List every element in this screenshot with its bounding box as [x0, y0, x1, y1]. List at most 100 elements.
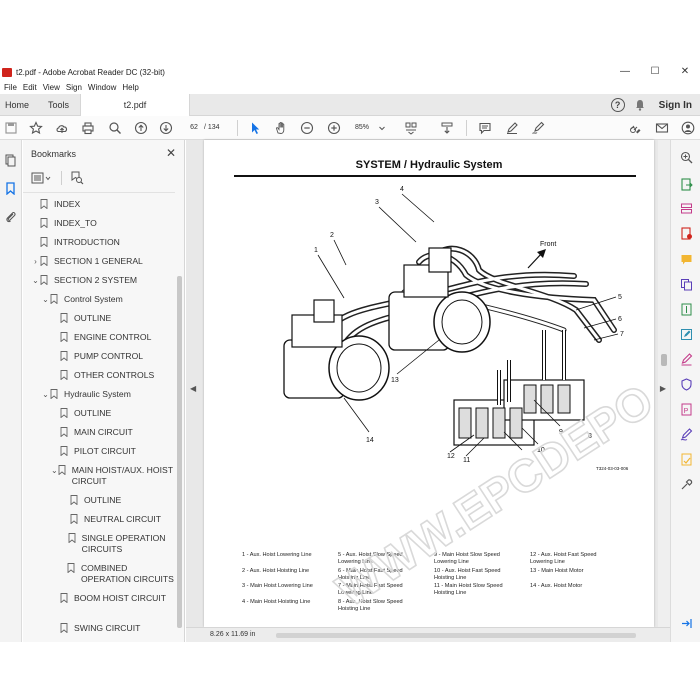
zoom-out-icon[interactable]	[300, 121, 314, 135]
menu-sign[interactable]: Sign	[66, 83, 82, 92]
expand-chevron-icon[interactable]: ⌄	[51, 465, 58, 476]
bookmark-item[interactable]: OTHER CONTROLS	[23, 370, 175, 381]
comment-icon[interactable]	[478, 121, 492, 135]
bookmark-item[interactable]: NEUTRAL CIRCUIT	[23, 514, 175, 525]
fill-sign-icon[interactable]	[680, 353, 693, 366]
email-icon[interactable]	[655, 121, 669, 135]
expand-chevron-icon[interactable]: ⌄	[41, 389, 50, 400]
bookmark-item[interactable]: SWING CIRCUIT	[23, 623, 175, 634]
bookmark-item[interactable]: ⌄ SECTION 2 SYSTEM	[23, 275, 175, 286]
zoom-level-select[interactable]: 85%	[355, 122, 369, 134]
more-tools-icon[interactable]	[680, 478, 693, 491]
callout-9: 9	[559, 429, 563, 436]
next-page-icon[interactable]	[159, 121, 173, 135]
callout-5: 5	[618, 294, 622, 301]
bookmark-icon[interactable]	[4, 182, 17, 195]
page-display-icon[interactable]	[404, 121, 418, 135]
sign-icon[interactable]	[680, 428, 693, 441]
bookmarks-list: INDEX INDEX_TO INTRODUCTION › SECTION 1 GENE…	[23, 192, 175, 642]
help-button[interactable]: ?	[610, 98, 625, 112]
collapse-panel-icon[interactable]	[680, 617, 693, 630]
bookmarks-scroll-thumb[interactable]	[177, 276, 182, 628]
minimize-button[interactable]: —	[610, 64, 640, 80]
bookmarks-scrollbar[interactable]	[176, 270, 183, 638]
menu-window[interactable]: Window	[88, 83, 116, 92]
export-pdf-icon[interactable]	[680, 178, 693, 191]
upload-cloud-icon[interactable]	[55, 121, 69, 135]
bookmark-options-icon[interactable]	[31, 171, 53, 185]
notification-bell-icon[interactable]	[635, 99, 645, 111]
close-panel-button[interactable]: ✕	[166, 146, 176, 160]
expand-chevron-icon[interactable]: ⌄	[41, 294, 50, 305]
bookmark-item[interactable]: › SECTION 1 GENERAL	[23, 256, 175, 267]
menu-help[interactable]: Help	[122, 83, 138, 92]
expand-chevron-icon[interactable]: ›	[31, 256, 40, 267]
search-icon[interactable]	[108, 121, 122, 135]
bookmark-item[interactable]: PILOT CIRCUIT	[23, 446, 175, 457]
bookmark-item[interactable]: BOOM HOIST CIRCUIT	[23, 593, 175, 604]
menu-edit[interactable]: Edit	[23, 83, 37, 92]
account-icon[interactable]	[681, 121, 695, 135]
request-sign-icon[interactable]	[680, 453, 693, 466]
bookmark-item[interactable]: ENGINE CONTROL	[23, 332, 175, 343]
bookmark-item[interactable]: PUMP CONTROL	[23, 351, 175, 362]
bookmark-ribbon-icon	[40, 237, 48, 247]
page-thumbnails-icon[interactable]	[4, 154, 17, 167]
attachment-icon[interactable]	[4, 210, 17, 223]
bookmark-item[interactable]: OUTLINE	[23, 313, 175, 324]
collapse-right-panel-icon[interactable]: ▶	[660, 384, 666, 393]
page-number-input[interactable]: 62	[186, 122, 202, 134]
find-bookmark-icon[interactable]	[70, 171, 84, 185]
edit-link-icon[interactable]	[628, 121, 642, 135]
document-scroll-thumb[interactable]	[661, 354, 667, 366]
combine-files-icon[interactable]	[680, 278, 693, 291]
bookmark-item[interactable]: ⌄ Control System	[23, 294, 175, 305]
expand-chevron-icon[interactable]: ⌄	[31, 275, 40, 286]
bookmark-item[interactable]: OUTLINE	[23, 408, 175, 419]
bookmark-label: Hydraulic System	[64, 389, 131, 399]
hand-tool-icon[interactable]	[274, 121, 288, 135]
callout-6: 6	[618, 316, 622, 323]
tab-document[interactable]: t2.pdf	[80, 94, 190, 116]
bookmark-item[interactable]: INTRODUCTION	[23, 237, 175, 248]
tab-tools[interactable]: Tools	[48, 94, 69, 116]
sign-in-link[interactable]: Sign In	[659, 100, 692, 111]
bookmark-item[interactable]: INDEX_TO	[23, 218, 175, 229]
maximize-button[interactable]: ☐	[640, 64, 670, 80]
document-horizontal-scrollbar[interactable]	[276, 633, 636, 638]
callout-7: 7	[620, 331, 624, 338]
tab-home[interactable]: Home	[5, 94, 29, 116]
send-icon[interactable]: P	[680, 403, 693, 416]
edit-pdf-icon[interactable]	[680, 328, 693, 341]
bookmark-item[interactable]: SINGLE OPERATION CIRCUITS	[23, 533, 175, 555]
save-icon[interactable]	[4, 121, 18, 135]
organize-pages-icon[interactable]	[680, 202, 693, 215]
zoom-dropdown-chevron-icon[interactable]	[378, 121, 386, 135]
select-cursor-icon[interactable]	[248, 121, 262, 135]
bookmark-item[interactable]: INDEX	[23, 199, 175, 210]
bookmark-star-icon[interactable]	[29, 121, 43, 135]
status-bar: 8.26 x 11.69 in	[186, 627, 670, 642]
protect-icon[interactable]	[680, 378, 693, 391]
bookmark-item[interactable]: ⌄ Hydraulic System	[23, 389, 175, 400]
bookmark-item[interactable]: OUTLINE	[23, 495, 175, 506]
zoom-search-icon[interactable]	[680, 151, 693, 164]
compress-icon[interactable]	[680, 303, 693, 316]
previous-page-icon[interactable]	[134, 121, 148, 135]
menu-file[interactable]: File	[4, 83, 17, 92]
bookmark-item[interactable]: ⌄ MAIN HOIST/AUX. HOIST CIRCUIT	[23, 465, 175, 487]
menu-view[interactable]: View	[43, 83, 60, 92]
legend-item: 11 - Main Hoist Slow Speed Hoisting Line	[434, 583, 503, 596]
bookmark-item[interactable]: MAIN CIRCUIT	[23, 427, 175, 438]
bookmark-ribbon-icon	[58, 465, 66, 475]
scroll-mode-icon[interactable]	[440, 121, 454, 135]
comment-tool-icon[interactable]	[680, 253, 693, 266]
close-window-button[interactable]: ✕	[670, 64, 700, 80]
sign-pen-icon[interactable]	[531, 121, 545, 135]
zoom-in-icon[interactable]	[327, 121, 341, 135]
collapse-left-panel-icon[interactable]: ◀	[190, 384, 196, 393]
print-icon[interactable]	[81, 121, 95, 135]
create-pdf-icon[interactable]	[680, 227, 693, 240]
highlight-pen-icon[interactable]	[505, 121, 519, 135]
bookmark-item[interactable]: COMBINED OPERATION CIRCUITS	[23, 563, 175, 585]
